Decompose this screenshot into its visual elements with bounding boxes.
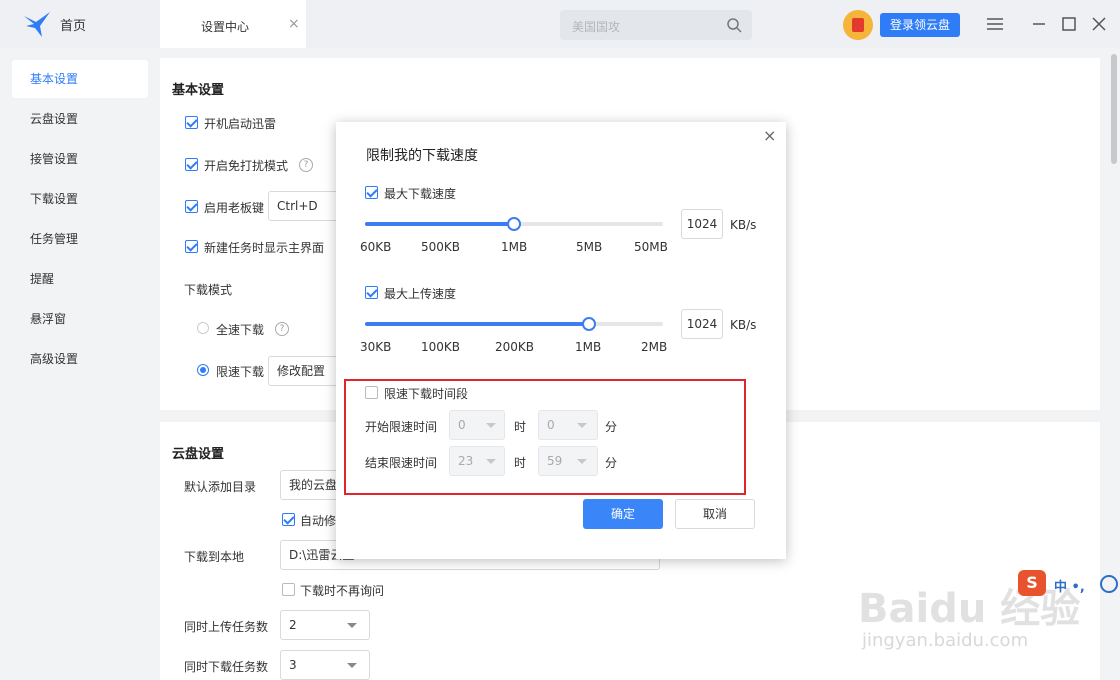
limit-speed-label: 限速下载	[216, 365, 265, 379]
download-slider-thumb[interactable]	[507, 217, 521, 231]
show-main-checkbox[interactable]	[185, 240, 198, 253]
default-dir-label: 默认添加目录	[184, 480, 257, 494]
full-speed-label: 全速下载	[216, 323, 265, 337]
close-window-icon[interactable]	[1089, 14, 1109, 34]
upload-tasks-value: 2	[289, 618, 297, 632]
scrollbar-thumb[interactable]	[1111, 54, 1117, 164]
bosskey-label: 启用老板键	[204, 201, 265, 215]
dialog-title: 限制我的下载速度	[366, 148, 478, 164]
red-packet-icon[interactable]	[843, 10, 873, 40]
section-title-cloud: 云盘设置	[172, 447, 225, 462]
chevron-down-icon	[347, 623, 357, 628]
upload-speed-input[interactable]: 1024	[681, 309, 723, 339]
search-icon[interactable]	[726, 17, 742, 33]
upload-tick: 2MB	[641, 340, 668, 354]
sidebar-item-float-window[interactable]: 悬浮窗	[12, 300, 148, 338]
download-speed-input[interactable]: 1024	[681, 209, 723, 239]
show-main-label: 新建任务时显示主界面	[204, 241, 325, 255]
download-tick: 50MB	[634, 240, 668, 254]
download-tick: 500KB	[421, 240, 461, 254]
download-tick: 5MB	[576, 240, 603, 254]
search-input[interactable]: 美国国攻	[560, 10, 752, 40]
tab-settings-center[interactable]: 设置中心 ×	[160, 0, 306, 48]
minimize-icon[interactable]	[1029, 14, 1049, 34]
close-icon[interactable]: ×	[763, 126, 776, 145]
download-tick: 1MB	[501, 240, 528, 254]
dnd-label: 开启免打扰模式	[204, 159, 289, 173]
download-mode-label: 下载模式	[184, 283, 233, 297]
upload-tick: 100KB	[421, 340, 461, 354]
limit-speed-radio[interactable]	[197, 364, 209, 376]
sidebar-item-tasks[interactable]: 任务管理	[12, 220, 148, 258]
home-tab[interactable]: 首页	[60, 15, 86, 34]
sidebar-item-basic[interactable]: 基本设置	[12, 60, 148, 98]
max-download-checkbox[interactable]	[365, 186, 378, 199]
download-local-label: 下载到本地	[184, 550, 245, 564]
sidebar-item-cloud[interactable]: 云盘设置	[12, 100, 148, 138]
title-bar: 首页 设置中心 × 美国国攻 登录领云盘	[0, 0, 1120, 48]
search-placeholder: 美国国攻	[572, 20, 621, 34]
upload-tasks-select[interactable]: 2	[280, 610, 370, 640]
upload-unit-label: KB/s	[730, 318, 757, 332]
download-tasks-label: 同时下载任务数	[184, 660, 269, 674]
help-icon[interactable]: ?	[275, 322, 289, 336]
sidebar-item-reminder[interactable]: 提醒	[12, 260, 148, 298]
upload-tick: 1MB	[575, 340, 602, 354]
modify-config-button[interactable]: 修改配置	[268, 356, 338, 386]
download-tasks-value: 3	[289, 658, 297, 672]
max-upload-checkbox[interactable]	[365, 286, 378, 299]
download-slider-fill	[365, 222, 514, 226]
upload-slider-fill	[365, 322, 589, 326]
sidebar-item-download[interactable]: 下载设置	[12, 180, 148, 218]
confirm-button[interactable]: 确定	[583, 499, 663, 529]
cancel-button[interactable]: 取消	[675, 499, 755, 529]
upload-tick: 200KB	[495, 340, 535, 354]
section-title-basic: 基本设置	[172, 83, 225, 98]
auto-modify-checkbox[interactable]	[282, 513, 295, 526]
menu-icon[interactable]	[985, 14, 1005, 34]
max-download-label: 最大下载速度	[384, 187, 457, 201]
max-upload-label: 最大上传速度	[384, 287, 457, 301]
no-ask-label: 下载时不再询问	[300, 584, 385, 598]
download-tasks-select[interactable]: 3	[280, 650, 370, 680]
tab-close-icon[interactable]: ×	[288, 16, 300, 32]
startup-checkbox[interactable]	[185, 116, 198, 129]
ime-emoji-icon[interactable]	[1100, 575, 1118, 593]
download-unit-label: KB/s	[730, 218, 757, 232]
default-dir-input[interactable]: 我的云盘	[280, 470, 340, 500]
upload-slider-thumb[interactable]	[581, 317, 596, 331]
settings-sidebar: 基本设置 云盘设置 接管设置 下载设置 任务管理 提醒 悬浮窗 高级设置	[0, 48, 160, 680]
no-ask-checkbox[interactable]	[282, 583, 295, 596]
chevron-down-icon	[347, 663, 357, 668]
help-icon[interactable]: ?	[299, 158, 313, 172]
maximize-icon[interactable]	[1059, 14, 1079, 34]
upload-tick: 30KB	[360, 340, 392, 354]
thunder-logo-icon[interactable]	[22, 10, 52, 38]
auto-modify-label: 自动修	[300, 514, 337, 528]
bosskey-checkbox[interactable]	[185, 200, 198, 213]
download-tick: 60KB	[360, 240, 392, 254]
ime-toolbar[interactable]: S 中 •,	[1018, 568, 1120, 600]
sidebar-item-takeover[interactable]: 接管设置	[12, 140, 148, 178]
sidebar-item-advanced[interactable]: 高级设置	[12, 340, 148, 378]
baidu-watermark-url: jingyan.baidu.com	[862, 630, 1029, 651]
dnd-checkbox[interactable]	[185, 158, 198, 171]
full-speed-radio[interactable]	[197, 322, 209, 334]
login-cloud-button[interactable]: 登录领云盘	[880, 13, 960, 37]
download-speed-slider[interactable]	[365, 217, 663, 231]
highlight-annotation-box	[344, 379, 746, 495]
upload-tasks-label: 同时上传任务数	[184, 620, 269, 634]
sogou-ime-icon[interactable]: S	[1018, 570, 1046, 596]
tab-label: 设置中心	[201, 20, 250, 34]
startup-label: 开机启动迅雷	[204, 117, 277, 131]
upload-speed-slider[interactable]	[365, 317, 663, 331]
ime-mode-label: 中 •,	[1054, 580, 1085, 595]
